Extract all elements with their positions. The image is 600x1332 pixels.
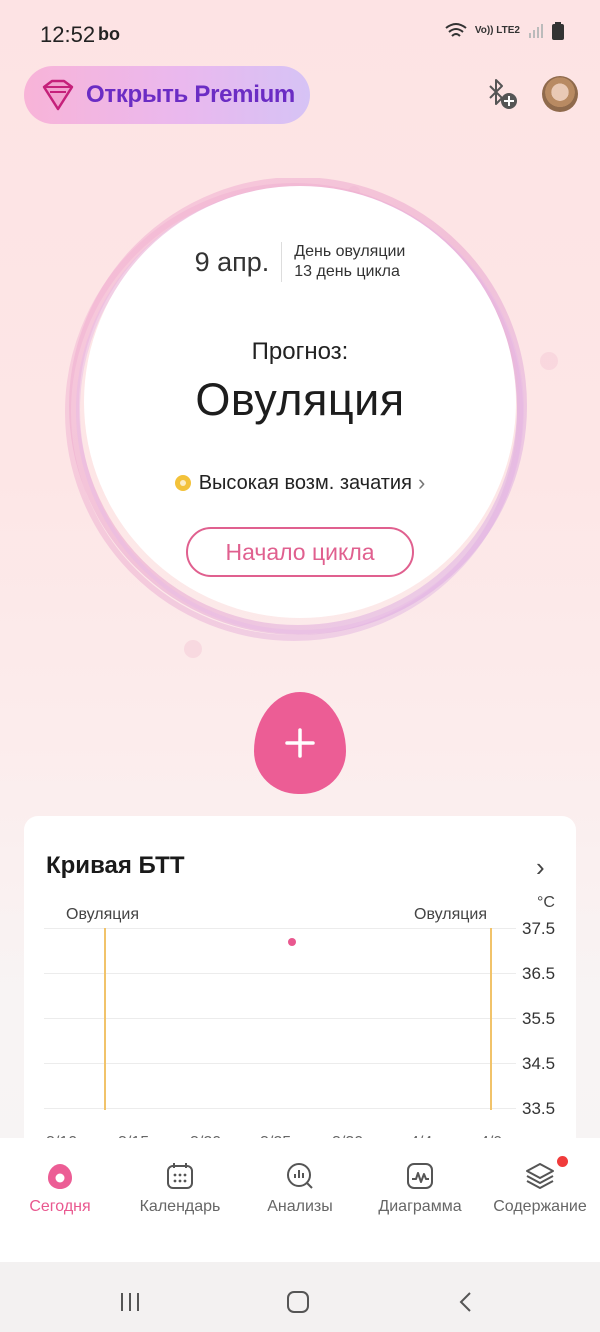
status-icons: Vo)) LTE2 bbox=[445, 22, 564, 40]
cycle-day: 13 день цикла bbox=[294, 263, 400, 280]
layers-icon bbox=[526, 1163, 554, 1189]
grid-line bbox=[44, 973, 516, 974]
ovulation-label-right: Овуляция bbox=[414, 906, 488, 923]
cycle-date-row: 9 апр. День овуляции 13 день цикла bbox=[84, 242, 516, 282]
nav-diagram[interactable]: Диаграмма bbox=[362, 1160, 478, 1262]
avatar[interactable] bbox=[542, 76, 578, 112]
nav-content[interactable]: Содержание bbox=[482, 1156, 598, 1262]
grid-line bbox=[44, 928, 516, 929]
open-premium-button[interactable]: Открыть Premium bbox=[24, 66, 310, 124]
back-icon bbox=[459, 1292, 471, 1312]
nav-today[interactable]: Сегодня bbox=[2, 1160, 118, 1262]
nav-diagram-label: Диаграмма bbox=[378, 1198, 462, 1215]
status-bar: 12:52 bo Vo)) LTE2 bbox=[0, 0, 600, 64]
nav-calendar-label: Календарь bbox=[139, 1198, 221, 1215]
y-tick-label: 37.5 bbox=[522, 919, 556, 938]
cycle-start-button[interactable]: Начало цикла bbox=[186, 527, 414, 577]
home-icon bbox=[287, 1291, 309, 1313]
status-time: 12:52 bbox=[40, 22, 96, 47]
bbt-card[interactable]: Кривая БТТ › Овуляция Овуляция °C 37.5 3… bbox=[24, 816, 576, 1176]
nav-analysis[interactable]: Анализы bbox=[242, 1160, 358, 1262]
chevron-right-icon: › bbox=[417, 470, 426, 495]
ovulation-label-left: Овуляция bbox=[66, 906, 140, 923]
plus-icon bbox=[285, 728, 315, 758]
wifi-icon bbox=[445, 23, 467, 37]
grid-line bbox=[44, 1018, 516, 1019]
nav-analysis-label: Анализы bbox=[267, 1198, 333, 1215]
conception-chance-text: Высокая возм. зачатия bbox=[198, 471, 412, 494]
nav-today-label: Сегодня bbox=[29, 1198, 91, 1215]
chevron-right-icon[interactable]: › bbox=[536, 852, 545, 883]
temperature-unit: °C bbox=[537, 894, 555, 911]
home-button[interactable] bbox=[278, 1282, 318, 1322]
conception-chance-link[interactable]: Высокая возм. зачатия › bbox=[84, 470, 516, 496]
recent-apps-button[interactable] bbox=[110, 1282, 150, 1322]
divider bbox=[281, 242, 283, 282]
nav-content-label: Содержание bbox=[493, 1198, 587, 1215]
y-tick-label: 33.5 bbox=[522, 1099, 556, 1118]
y-tick-label: 35.5 bbox=[522, 1009, 556, 1028]
cycle-date: 9 апр. bbox=[194, 246, 270, 277]
back-button[interactable] bbox=[446, 1282, 486, 1322]
day-type: День овуляции bbox=[294, 243, 406, 260]
cycle-day-info: День овуляции 13 день цикла bbox=[294, 242, 405, 282]
notification-badge bbox=[557, 1156, 568, 1167]
recent-apps-icon bbox=[121, 1293, 139, 1311]
y-tick-label: 36.5 bbox=[522, 964, 556, 983]
bbt-data-point bbox=[288, 937, 296, 946]
system-nav-bar bbox=[0, 1262, 600, 1332]
y-tick-label: 34.5 bbox=[522, 1054, 556, 1073]
diamond-icon bbox=[42, 79, 74, 111]
decor-bubble bbox=[540, 352, 558, 370]
grid-line bbox=[44, 1063, 516, 1064]
bluetooth-add-button[interactable] bbox=[484, 76, 520, 112]
battery-icon bbox=[552, 22, 564, 40]
carrier-logo: bo bbox=[98, 24, 120, 44]
forecast-value: Овуляция bbox=[195, 374, 405, 425]
bbt-title: Кривая БТТ bbox=[46, 852, 185, 879]
forecast-label: Прогноз: bbox=[251, 338, 349, 365]
chart-icon bbox=[407, 1163, 433, 1189]
chance-indicator-icon bbox=[174, 475, 191, 491]
add-record-button[interactable] bbox=[254, 692, 346, 794]
premium-label: Открыть Premium bbox=[86, 81, 295, 108]
grid-line bbox=[44, 1108, 516, 1109]
bottom-nav: Сегодня Календарь Анализы Диаграмма Соде… bbox=[0, 1138, 600, 1262]
ovulation-marker-line bbox=[490, 928, 492, 1110]
bluetooth-add-icon bbox=[489, 79, 517, 109]
network-type: Vo)) LTE2 bbox=[474, 25, 520, 36]
analysis-icon bbox=[287, 1163, 313, 1189]
ovulation-marker-line bbox=[104, 928, 106, 1110]
nav-calendar[interactable]: Календарь bbox=[122, 1160, 238, 1262]
today-icon bbox=[48, 1164, 72, 1189]
signal-icon bbox=[529, 24, 543, 38]
calendar-icon bbox=[167, 1163, 193, 1189]
